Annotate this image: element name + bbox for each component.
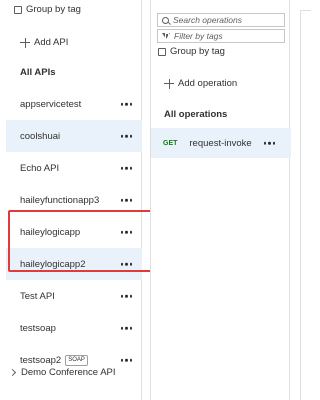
ops-group-by-tag-label: Group by tag bbox=[170, 46, 225, 57]
soap-badge: SOAP bbox=[65, 354, 88, 366]
search-operations-input[interactable] bbox=[173, 15, 283, 25]
api-item-label: Test API bbox=[20, 290, 55, 302]
plus-icon bbox=[20, 37, 30, 48]
all-apis-heading: All APIs bbox=[20, 67, 56, 78]
more-options-icon[interactable] bbox=[120, 326, 132, 330]
plus-icon bbox=[164, 78, 174, 89]
group-by-tag-checkbox[interactable] bbox=[14, 5, 22, 14]
add-operation-button[interactable]: Add operation bbox=[164, 78, 237, 89]
api-item-label: appservicetest bbox=[20, 98, 82, 110]
filter-by-tags-field[interactable] bbox=[157, 29, 285, 43]
api-item-test-api[interactable]: Test API bbox=[6, 280, 142, 312]
ops-group-by-tag-checkbox[interactable] bbox=[158, 47, 166, 56]
more-options-icon[interactable] bbox=[120, 134, 132, 138]
http-method-badge: GET bbox=[163, 139, 178, 147]
details-panel-edge bbox=[291, 0, 311, 400]
more-options-icon[interactable] bbox=[120, 198, 132, 202]
api-item-label: haileylogicapp2 bbox=[20, 258, 86, 270]
details-panel-top-border bbox=[300, 10, 311, 11]
api-item-label: coolshuai bbox=[20, 130, 61, 142]
api-item-haileylogicapp[interactable]: haileylogicapp bbox=[6, 216, 142, 248]
filter-by-tags-input[interactable] bbox=[174, 31, 284, 41]
more-options-icon[interactable] bbox=[120, 102, 132, 106]
filter-icon bbox=[162, 33, 170, 40]
operations-panel: Group by tag Add operation All operation… bbox=[150, 0, 291, 400]
more-options-icon[interactable] bbox=[120, 230, 132, 234]
more-options-icon[interactable] bbox=[120, 358, 132, 362]
operation-item-request-invoke[interactable]: GET request-invoke bbox=[151, 128, 291, 158]
operation-name: request-invoke bbox=[189, 137, 252, 149]
group-by-tag-checkbox-row[interactable]: Group by tag bbox=[14, 4, 81, 15]
more-options-icon[interactable] bbox=[120, 294, 132, 298]
api-item-haileyfunctionapp3[interactable]: haileyfunctionapp3 bbox=[6, 184, 142, 216]
api-item-haileylogicapp2[interactable]: haileylogicapp2 bbox=[6, 248, 142, 280]
api-item-label: Echo API bbox=[20, 162, 60, 174]
more-options-icon[interactable] bbox=[120, 262, 132, 266]
ops-group-by-tag-row[interactable]: Group by tag bbox=[158, 46, 225, 57]
add-api-label: Add API bbox=[34, 37, 69, 48]
add-operation-label: Add operation bbox=[178, 78, 238, 89]
tree-item-demo-conference-api[interactable]: Demo Conference API bbox=[8, 367, 116, 378]
add-api-button[interactable]: Add API bbox=[20, 37, 68, 48]
api-item-label: haileylogicapp bbox=[20, 226, 81, 238]
more-options-icon[interactable] bbox=[120, 166, 132, 170]
api-item-testsoap[interactable]: testsoap bbox=[6, 312, 142, 344]
chevron-right-icon[interactable] bbox=[8, 368, 17, 377]
api-item-coolshuai[interactable]: coolshuai bbox=[6, 120, 142, 152]
all-operations-heading: All operations bbox=[164, 109, 228, 120]
api-item-label: testsoap bbox=[20, 322, 56, 334]
search-icon bbox=[162, 16, 169, 24]
api-list: appservicetest coolshuai Echo API hailey… bbox=[6, 88, 142, 376]
search-operations-field[interactable] bbox=[157, 13, 285, 27]
apis-panel: Group by tag Add API All APIs appservice… bbox=[0, 0, 142, 400]
more-options-icon[interactable] bbox=[263, 141, 275, 145]
details-panel-divider bbox=[300, 10, 301, 400]
group-by-tag-label: Group by tag bbox=[26, 4, 81, 15]
api-item-appservicetest[interactable]: appservicetest bbox=[6, 88, 142, 120]
api-item-label: haileyfunctionapp3 bbox=[20, 194, 100, 206]
api-item-label: testsoap2 bbox=[20, 354, 62, 366]
api-item-echo-api[interactable]: Echo API bbox=[6, 152, 142, 184]
tree-item-label: Demo Conference API bbox=[21, 367, 116, 378]
